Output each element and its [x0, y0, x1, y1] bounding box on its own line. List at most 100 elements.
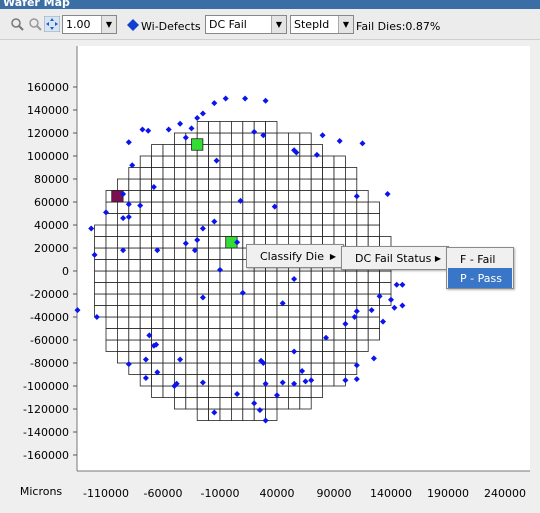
- wafer-die: [162, 247, 175, 260]
- wafer-die: [117, 282, 130, 295]
- wafer-die: [322, 339, 335, 352]
- chevron-down-icon[interactable]: ▼: [101, 16, 116, 33]
- wafer-die: [299, 178, 312, 191]
- x-tick-label: 90000: [317, 487, 352, 500]
- wafer-die: [310, 270, 324, 283]
- submenu-arrow-icon: ▶: [329, 251, 336, 261]
- wafer-die: [230, 178, 244, 191]
- wafer-die: [299, 167, 312, 180]
- wafer-die: [219, 316, 232, 329]
- wafer-die: [299, 270, 312, 283]
- wafer-die: [173, 328, 187, 341]
- wafer-die: [151, 270, 164, 283]
- wafer-die: [333, 270, 346, 283]
- wafer-die: [139, 305, 152, 318]
- fail-dies-status: Fail Dies:0.87%: [356, 20, 441, 33]
- wafer-die: [242, 328, 255, 341]
- wafer-die: [242, 178, 255, 191]
- wafer-die: [276, 351, 289, 364]
- wafer-die: [94, 270, 107, 283]
- wafer-die: [242, 408, 255, 421]
- wafer-die: [310, 213, 324, 226]
- chevron-down-icon[interactable]: ▼: [338, 16, 353, 33]
- wafer-die: [230, 213, 244, 226]
- wafer-die: [299, 328, 312, 341]
- wi-defects-label[interactable]: Wi-Defects: [141, 20, 201, 33]
- wafer-die: [333, 339, 346, 352]
- pan-move-icon[interactable]: [44, 16, 60, 32]
- wafer-die: [219, 351, 232, 364]
- wafer-die: [196, 236, 209, 249]
- zoom-in-icon[interactable]: [9, 16, 25, 32]
- wafer-die: [162, 224, 175, 237]
- wafer-die: [287, 178, 301, 191]
- y-tick-label: -40000: [30, 311, 69, 324]
- classify-die-menu-item[interactable]: Classify Die ▶: [248, 246, 342, 266]
- wafer-die: [242, 339, 255, 352]
- classify-die-label: Classify Die: [260, 249, 324, 263]
- wafer-die: [299, 282, 312, 295]
- wafer-die: [94, 224, 107, 237]
- wafer-die: [139, 293, 152, 306]
- wafer-die: [196, 385, 209, 398]
- wafer-die: [105, 305, 118, 318]
- wafer-die: [242, 167, 255, 180]
- dc-fail-status-menu-item[interactable]: DC Fail Status ▶: [343, 248, 447, 268]
- x-tick-label: -60000: [144, 487, 183, 500]
- option-fail[interactable]: F - Fail: [448, 249, 512, 269]
- wafer-die: [242, 132, 255, 145]
- wafer-die: [356, 224, 369, 237]
- wafer-die: [139, 190, 152, 203]
- wafer-die: [219, 121, 232, 134]
- wafer-die: [299, 190, 312, 203]
- group-select[interactable]: StepId ▼: [290, 15, 354, 34]
- wafer-die: [310, 201, 324, 214]
- wafer-die: [128, 236, 141, 249]
- wafer-die: [173, 224, 187, 237]
- wafer-die: [208, 236, 221, 249]
- wafer-die: [265, 293, 278, 306]
- wafer-die: [253, 167, 266, 180]
- zoom-out-icon[interactable]: [27, 16, 43, 32]
- y-tick-label: -160000: [23, 449, 69, 462]
- wafer-die: [196, 259, 209, 272]
- wafer-die: [139, 339, 152, 352]
- wafer-die: [230, 305, 244, 318]
- chevron-down-icon[interactable]: ▼: [271, 16, 286, 33]
- wafer-die: [356, 270, 369, 283]
- wafer-die: [299, 293, 312, 306]
- wafer-die: [162, 385, 175, 398]
- wafer-die: [219, 190, 232, 203]
- wafer-die: [208, 351, 221, 364]
- wafer-die: [242, 305, 255, 318]
- wafer-die: [265, 190, 278, 203]
- wafer-die: [230, 408, 244, 421]
- wafer-die: [139, 155, 152, 168]
- wafer-die: [344, 178, 358, 191]
- wafer-die: [276, 397, 289, 410]
- wafer-die: [128, 167, 141, 180]
- metric-select[interactable]: DC Fail ▼: [205, 15, 287, 34]
- wafer-die: [162, 305, 175, 318]
- wafer-die: [242, 316, 255, 329]
- wafer-die: [219, 178, 232, 191]
- zoom-level-select[interactable]: 1.00 ▼: [62, 15, 117, 34]
- wafer-die: [219, 362, 232, 375]
- wafer-die: [310, 293, 324, 306]
- wafer-die: [287, 328, 301, 341]
- wafer-die: [128, 270, 141, 283]
- wafer-die: [185, 397, 198, 410]
- wafer-die: [185, 362, 198, 375]
- wafer-die: [379, 282, 392, 295]
- wafer-die: [265, 167, 278, 180]
- wafer-die: [117, 224, 130, 237]
- wafer-die: [299, 305, 312, 318]
- wafer-die: [333, 213, 346, 226]
- wafer-die: [128, 178, 141, 191]
- wafer-die: [299, 132, 312, 145]
- wafer-die: [185, 385, 198, 398]
- y-tick-label: -140000: [23, 426, 69, 439]
- wafer-die: [356, 328, 369, 341]
- wafer-die: [333, 167, 346, 180]
- option-pass[interactable]: P - Pass: [448, 268, 512, 288]
